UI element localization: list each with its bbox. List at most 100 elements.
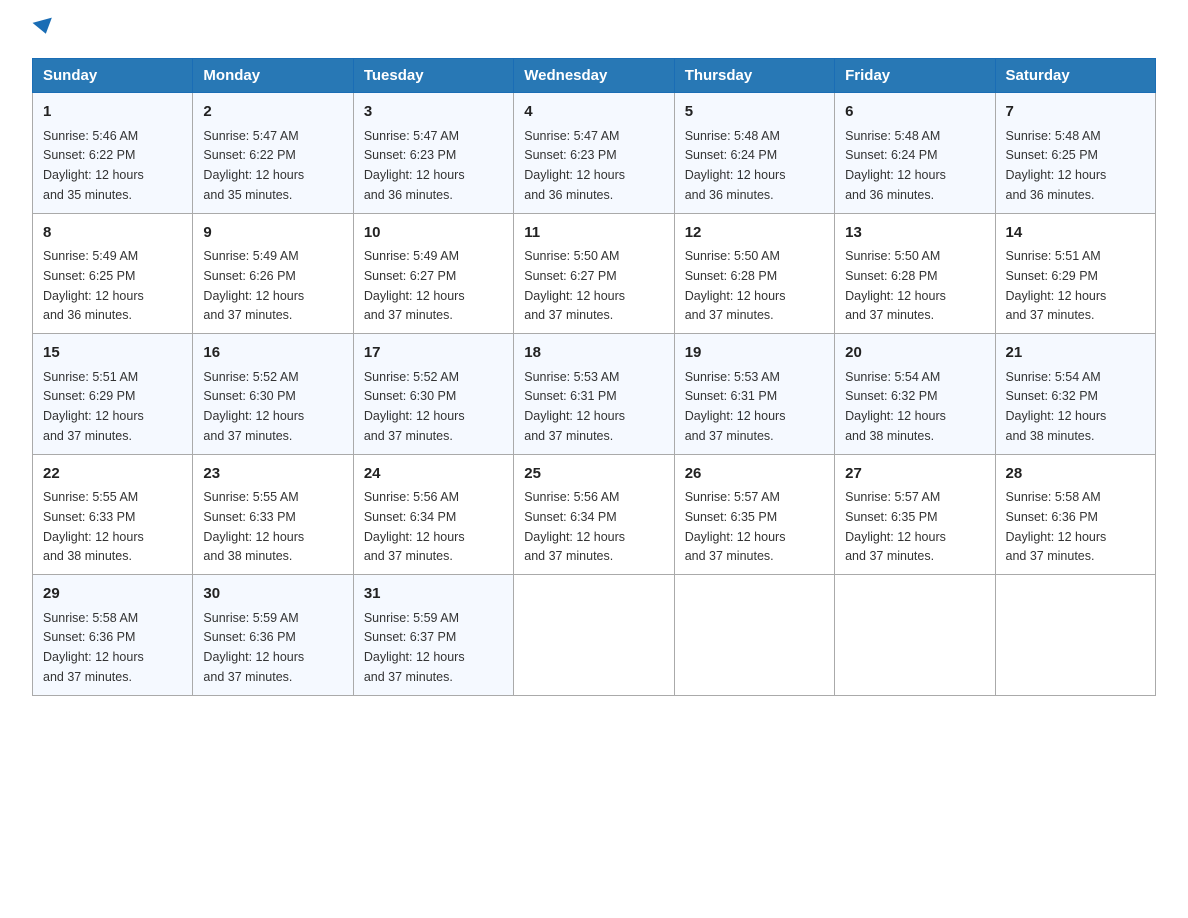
weekday-header-monday: Monday (193, 59, 353, 93)
calendar-cell: 15 Sunrise: 5:51 AMSunset: 6:29 PMDaylig… (33, 334, 193, 455)
day-number: 4 (524, 101, 663, 124)
calendar-cell: 7 Sunrise: 5:48 AMSunset: 6:25 PMDayligh… (995, 93, 1155, 214)
day-number: 14 (1006, 222, 1145, 245)
weekday-header-sunday: Sunday (33, 59, 193, 93)
weekday-header-tuesday: Tuesday (353, 59, 513, 93)
day-info: Sunrise: 5:50 AMSunset: 6:28 PMDaylight:… (685, 249, 786, 322)
calendar-cell: 18 Sunrise: 5:53 AMSunset: 6:31 PMDaylig… (514, 334, 674, 455)
calendar-cell: 19 Sunrise: 5:53 AMSunset: 6:31 PMDaylig… (674, 334, 834, 455)
day-info: Sunrise: 5:48 AMSunset: 6:25 PMDaylight:… (1006, 129, 1107, 202)
day-info: Sunrise: 5:56 AMSunset: 6:34 PMDaylight:… (364, 490, 465, 563)
day-info: Sunrise: 5:58 AMSunset: 6:36 PMDaylight:… (1006, 490, 1107, 563)
weekday-header-wednesday: Wednesday (514, 59, 674, 93)
day-info: Sunrise: 5:57 AMSunset: 6:35 PMDaylight:… (845, 490, 946, 563)
calendar-week-row: 15 Sunrise: 5:51 AMSunset: 6:29 PMDaylig… (33, 334, 1156, 455)
day-info: Sunrise: 5:46 AMSunset: 6:22 PMDaylight:… (43, 129, 144, 202)
calendar-cell: 24 Sunrise: 5:56 AMSunset: 6:34 PMDaylig… (353, 454, 513, 575)
day-number: 17 (364, 342, 503, 365)
day-number: 31 (364, 583, 503, 606)
day-info: Sunrise: 5:49 AMSunset: 6:27 PMDaylight:… (364, 249, 465, 322)
calendar-table: SundayMondayTuesdayWednesdayThursdayFrid… (32, 58, 1156, 696)
day-info: Sunrise: 5:51 AMSunset: 6:29 PMDaylight:… (1006, 249, 1107, 322)
day-number: 5 (685, 101, 824, 124)
day-info: Sunrise: 5:47 AMSunset: 6:22 PMDaylight:… (203, 129, 304, 202)
logo-triangle-icon (33, 18, 56, 37)
calendar-cell: 9 Sunrise: 5:49 AMSunset: 6:26 PMDayligh… (193, 213, 353, 334)
day-info: Sunrise: 5:48 AMSunset: 6:24 PMDaylight:… (845, 129, 946, 202)
page-header (32, 24, 1156, 38)
day-number: 30 (203, 583, 342, 606)
calendar-cell: 30 Sunrise: 5:59 AMSunset: 6:36 PMDaylig… (193, 575, 353, 696)
day-info: Sunrise: 5:51 AMSunset: 6:29 PMDaylight:… (43, 370, 144, 443)
day-number: 11 (524, 222, 663, 245)
calendar-cell: 1 Sunrise: 5:46 AMSunset: 6:22 PMDayligh… (33, 93, 193, 214)
calendar-cell: 6 Sunrise: 5:48 AMSunset: 6:24 PMDayligh… (835, 93, 995, 214)
calendar-cell: 8 Sunrise: 5:49 AMSunset: 6:25 PMDayligh… (33, 213, 193, 334)
calendar-week-row: 29 Sunrise: 5:58 AMSunset: 6:36 PMDaylig… (33, 575, 1156, 696)
calendar-cell: 28 Sunrise: 5:58 AMSunset: 6:36 PMDaylig… (995, 454, 1155, 575)
weekday-header-saturday: Saturday (995, 59, 1155, 93)
day-number: 29 (43, 583, 182, 606)
day-info: Sunrise: 5:52 AMSunset: 6:30 PMDaylight:… (364, 370, 465, 443)
calendar-cell (514, 575, 674, 696)
day-info: Sunrise: 5:53 AMSunset: 6:31 PMDaylight:… (685, 370, 786, 443)
day-number: 27 (845, 463, 984, 486)
calendar-cell: 31 Sunrise: 5:59 AMSunset: 6:37 PMDaylig… (353, 575, 513, 696)
calendar-cell: 27 Sunrise: 5:57 AMSunset: 6:35 PMDaylig… (835, 454, 995, 575)
day-info: Sunrise: 5:56 AMSunset: 6:34 PMDaylight:… (524, 490, 625, 563)
day-number: 12 (685, 222, 824, 245)
day-number: 10 (364, 222, 503, 245)
day-number: 22 (43, 463, 182, 486)
day-info: Sunrise: 5:55 AMSunset: 6:33 PMDaylight:… (43, 490, 144, 563)
calendar-cell: 14 Sunrise: 5:51 AMSunset: 6:29 PMDaylig… (995, 213, 1155, 334)
day-number: 13 (845, 222, 984, 245)
day-info: Sunrise: 5:54 AMSunset: 6:32 PMDaylight:… (1006, 370, 1107, 443)
calendar-cell: 11 Sunrise: 5:50 AMSunset: 6:27 PMDaylig… (514, 213, 674, 334)
day-number: 9 (203, 222, 342, 245)
calendar-cell: 3 Sunrise: 5:47 AMSunset: 6:23 PMDayligh… (353, 93, 513, 214)
calendar-week-row: 8 Sunrise: 5:49 AMSunset: 6:25 PMDayligh… (33, 213, 1156, 334)
calendar-cell: 10 Sunrise: 5:49 AMSunset: 6:27 PMDaylig… (353, 213, 513, 334)
calendar-week-row: 22 Sunrise: 5:55 AMSunset: 6:33 PMDaylig… (33, 454, 1156, 575)
day-info: Sunrise: 5:53 AMSunset: 6:31 PMDaylight:… (524, 370, 625, 443)
day-info: Sunrise: 5:50 AMSunset: 6:28 PMDaylight:… (845, 249, 946, 322)
weekday-header-friday: Friday (835, 59, 995, 93)
day-info: Sunrise: 5:47 AMSunset: 6:23 PMDaylight:… (524, 129, 625, 202)
day-info: Sunrise: 5:50 AMSunset: 6:27 PMDaylight:… (524, 249, 625, 322)
day-info: Sunrise: 5:59 AMSunset: 6:36 PMDaylight:… (203, 611, 304, 684)
day-info: Sunrise: 5:49 AMSunset: 6:25 PMDaylight:… (43, 249, 144, 322)
day-info: Sunrise: 5:52 AMSunset: 6:30 PMDaylight:… (203, 370, 304, 443)
calendar-cell: 21 Sunrise: 5:54 AMSunset: 6:32 PMDaylig… (995, 334, 1155, 455)
calendar-cell: 26 Sunrise: 5:57 AMSunset: 6:35 PMDaylig… (674, 454, 834, 575)
calendar-week-row: 1 Sunrise: 5:46 AMSunset: 6:22 PMDayligh… (33, 93, 1156, 214)
day-number: 20 (845, 342, 984, 365)
calendar-cell: 5 Sunrise: 5:48 AMSunset: 6:24 PMDayligh… (674, 93, 834, 214)
day-number: 23 (203, 463, 342, 486)
day-number: 28 (1006, 463, 1145, 486)
calendar-cell: 16 Sunrise: 5:52 AMSunset: 6:30 PMDaylig… (193, 334, 353, 455)
day-number: 2 (203, 101, 342, 124)
day-number: 8 (43, 222, 182, 245)
day-number: 21 (1006, 342, 1145, 365)
day-number: 15 (43, 342, 182, 365)
day-number: 7 (1006, 101, 1145, 124)
day-info: Sunrise: 5:48 AMSunset: 6:24 PMDaylight:… (685, 129, 786, 202)
calendar-cell: 17 Sunrise: 5:52 AMSunset: 6:30 PMDaylig… (353, 334, 513, 455)
day-info: Sunrise: 5:49 AMSunset: 6:26 PMDaylight:… (203, 249, 304, 322)
calendar-cell: 4 Sunrise: 5:47 AMSunset: 6:23 PMDayligh… (514, 93, 674, 214)
calendar-cell (835, 575, 995, 696)
day-number: 19 (685, 342, 824, 365)
calendar-cell: 25 Sunrise: 5:56 AMSunset: 6:34 PMDaylig… (514, 454, 674, 575)
calendar-cell: 29 Sunrise: 5:58 AMSunset: 6:36 PMDaylig… (33, 575, 193, 696)
calendar-cell: 13 Sunrise: 5:50 AMSunset: 6:28 PMDaylig… (835, 213, 995, 334)
weekday-header-row: SundayMondayTuesdayWednesdayThursdayFrid… (33, 59, 1156, 93)
day-number: 18 (524, 342, 663, 365)
calendar-cell (995, 575, 1155, 696)
calendar-cell: 12 Sunrise: 5:50 AMSunset: 6:28 PMDaylig… (674, 213, 834, 334)
day-info: Sunrise: 5:57 AMSunset: 6:35 PMDaylight:… (685, 490, 786, 563)
calendar-cell (674, 575, 834, 696)
weekday-header-thursday: Thursday (674, 59, 834, 93)
calendar-cell: 20 Sunrise: 5:54 AMSunset: 6:32 PMDaylig… (835, 334, 995, 455)
day-info: Sunrise: 5:47 AMSunset: 6:23 PMDaylight:… (364, 129, 465, 202)
day-number: 3 (364, 101, 503, 124)
